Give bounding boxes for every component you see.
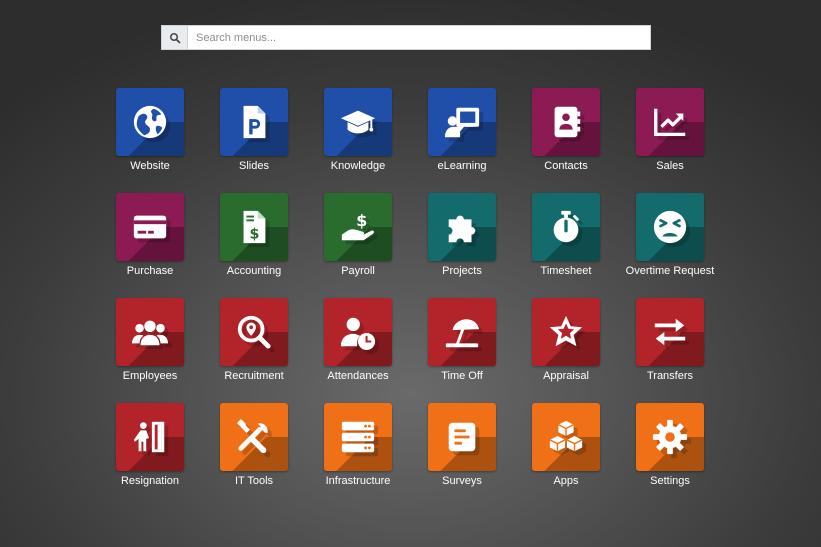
svg-text:$: $ — [356, 211, 367, 230]
puzzle-piece-icon — [448, 215, 476, 243]
app-label: Timesheet — [540, 265, 592, 277]
credit-card-icon — [133, 215, 167, 239]
globe-icon — [133, 105, 167, 139]
graduation-cap-icon — [340, 110, 376, 134]
app-infrastructure[interactable]: Infrastructure — [306, 403, 410, 508]
tools-icon — [237, 419, 268, 454]
app-label: Website — [130, 160, 170, 172]
invoice-dollar-icon: $ — [243, 210, 266, 244]
app-payroll[interactable]: $ Payroll — [306, 193, 410, 298]
app-label: Apps — [553, 475, 579, 487]
users-icon — [131, 320, 169, 346]
app-label: Accounting — [226, 265, 282, 277]
app-label: Attendances — [327, 370, 389, 382]
cubes-icon — [549, 420, 583, 452]
star-icon — [549, 315, 583, 347]
svg-text:$: $ — [250, 226, 260, 242]
app-label: IT Tools — [234, 475, 274, 487]
teacher-board-icon — [444, 107, 480, 138]
app-employees[interactable]: Employees — [98, 298, 202, 403]
app-attendances[interactable]: Attendances — [306, 298, 410, 403]
app-label: Recruitment — [224, 370, 284, 382]
app-label: Sales — [656, 160, 684, 172]
exchange-arrows-icon — [654, 318, 686, 346]
app-label: Time Off — [441, 370, 483, 382]
app-label: Slides — [239, 160, 269, 172]
app-sales[interactable]: Sales — [618, 88, 722, 193]
tired-face-icon — [653, 210, 687, 244]
app-apps[interactable]: Apps — [514, 403, 618, 508]
slides-file-icon — [243, 105, 266, 139]
umbrella-beach-icon — [445, 319, 480, 348]
app-label: Overtime Request — [625, 265, 715, 277]
search-input[interactable] — [188, 26, 650, 49]
app-resignation[interactable]: Resignation — [98, 403, 202, 508]
app-contacts[interactable]: Contacts — [514, 88, 618, 193]
app-slides[interactable]: Slides — [202, 88, 306, 193]
app-label: Appraisal — [543, 370, 589, 382]
app-time-off[interactable]: Time Off — [410, 298, 514, 403]
app-label: Employees — [122, 370, 178, 382]
line-chart-icon — [654, 108, 686, 137]
app-projects[interactable]: Projects — [410, 193, 514, 298]
search-bar[interactable] — [161, 25, 651, 50]
app-knowledge[interactable]: Knowledge — [306, 88, 410, 193]
app-label: Purchase — [126, 265, 174, 277]
app-grid: Website Slides Knowledge eLearning Conta… — [98, 88, 724, 508]
search-location-icon — [237, 315, 271, 349]
server-icon — [341, 421, 375, 453]
app-recruitment[interactable]: Recruitment — [202, 298, 306, 403]
address-book-icon — [554, 106, 581, 138]
app-website[interactable]: Website — [98, 88, 202, 193]
app-it-tools[interactable]: IT Tools — [202, 403, 306, 508]
app-label: Transfers — [646, 370, 694, 382]
gear-icon — [652, 419, 688, 455]
survey-list-icon — [448, 422, 476, 452]
hand-dollar-icon: $ — [341, 211, 374, 241]
app-label: Knowledge — [330, 160, 386, 172]
app-label: eLearning — [437, 160, 487, 172]
stopwatch-icon — [553, 210, 579, 243]
app-transfers[interactable]: Transfers — [618, 298, 722, 403]
exit-door-icon — [133, 421, 165, 453]
app-label: Resignation — [120, 475, 180, 487]
app-timesheet[interactable]: Timesheet — [514, 193, 618, 298]
app-label: Payroll — [341, 265, 375, 277]
app-purchase[interactable]: Purchase — [98, 193, 202, 298]
app-elearning[interactable]: eLearning — [410, 88, 514, 193]
app-accounting[interactable]: $ Accounting — [202, 193, 306, 298]
search-icon[interactable] — [162, 26, 188, 49]
app-label: Contacts — [544, 160, 588, 172]
user-clock-icon — [340, 317, 376, 351]
app-overtime-request[interactable]: Overtime Request — [618, 193, 722, 298]
app-settings[interactable]: Settings — [618, 403, 722, 508]
app-label: Infrastructure — [325, 475, 391, 487]
app-label: Projects — [442, 265, 482, 277]
app-label: Surveys — [442, 475, 482, 487]
app-surveys[interactable]: Surveys — [410, 403, 514, 508]
app-label: Settings — [650, 475, 690, 487]
app-appraisal[interactable]: Appraisal — [514, 298, 618, 403]
